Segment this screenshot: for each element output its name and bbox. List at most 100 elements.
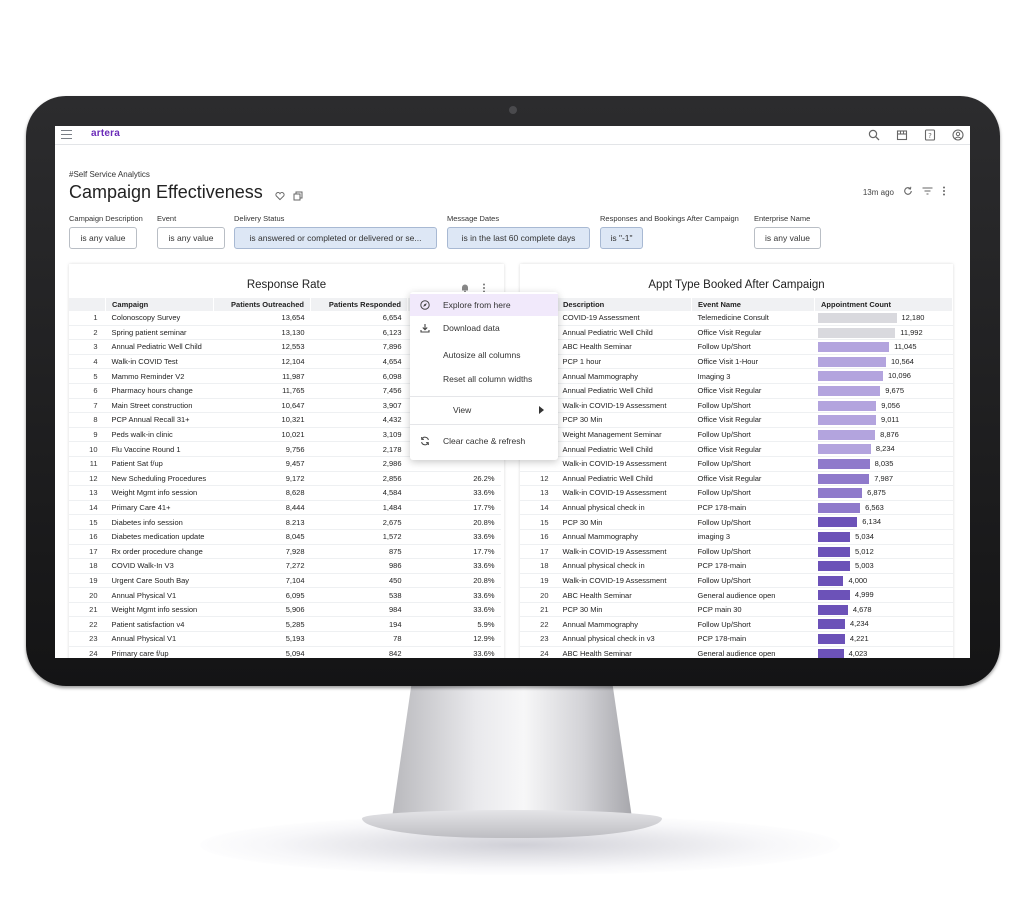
responded-cell: 4,654: [310, 354, 408, 370]
menu-item-reset-widths[interactable]: Reset all column widths: [410, 368, 558, 390]
help-icon[interactable]: ?: [924, 128, 936, 141]
outreached-cell: 5,193: [213, 631, 311, 647]
filter-label: Enterprise Name: [754, 214, 811, 223]
column-header-description[interactable]: Description: [556, 298, 692, 311]
table-row[interactable]: 20 ABC Health Seminar General audience ope…: [520, 587, 953, 603]
app-logo[interactable]: artera: [91, 128, 120, 139]
responded-cell: 2,986: [310, 456, 408, 472]
table-row[interactable]: Annual Pediatric Well Child Office Visit …: [520, 441, 953, 457]
menu-item-autosize[interactable]: Autosize all columns: [410, 344, 558, 366]
event-name-cell: Follow Up/Short: [691, 398, 815, 414]
table-row[interactable]: 12 Annual Pediatric Well Child Office Visi…: [520, 471, 953, 487]
column-header-campaign[interactable]: Campaign: [105, 298, 214, 311]
table-row[interactable]: 23 Annual physical check in v3 PCP 178-mai…: [520, 631, 953, 647]
heart-icon[interactable]: [275, 188, 285, 206]
description-cell: Walk-in COVID-19 Assessment: [556, 398, 692, 414]
table-row[interactable]: 14 Annual physical check in PCP 178-main 6,…: [520, 500, 953, 516]
table-row[interactable]: Annual Pediatric Well Child Office Visit …: [520, 383, 953, 399]
table-row[interactable]: 12 New Scheduling Procedures 9,172 2,856 26.…: [69, 471, 501, 487]
table-row[interactable]: 19 Walk-in COVID-19 Assessment Follow Up/S…: [520, 573, 953, 589]
table-row[interactable]: 19 Urgent Care South Bay 7,104 450 20.8%: [69, 573, 501, 589]
filter-icon[interactable]: [922, 186, 933, 198]
event-name-cell: Office Visit Regular: [691, 383, 815, 399]
table-row[interactable]: Annual Pediatric Well Child Office Visit …: [520, 325, 953, 341]
table-row[interactable]: 15 Diabetes info session 8.213 2,675 20.8%: [69, 514, 501, 530]
menu-item-view[interactable]: View: [410, 399, 558, 421]
appointment-count-bar: [817, 327, 896, 338]
responded-cell: 1,572: [310, 529, 408, 545]
appointment-count-label: 6,875: [867, 488, 886, 498]
outreached-cell: 7,104: [213, 573, 311, 589]
table-row[interactable]: 16 Annual Mammography imaging 3 5,034: [520, 529, 953, 545]
column-header-outreached[interactable]: Patients Outreached: [213, 298, 311, 311]
appointment-count-bar: [817, 517, 858, 528]
column-header-responded[interactable]: Patients Responded: [310, 298, 408, 311]
account-icon[interactable]: [952, 128, 964, 141]
menu-item-label: Explore from here: [443, 300, 511, 310]
search-icon[interactable]: [868, 128, 880, 141]
table-row[interactable]: 20 Annual Physical V1 6,095 538 33.6%: [69, 587, 501, 603]
store-icon[interactable]: [896, 128, 908, 141]
table-row[interactable]: Annual Mammography Imaging 3 10,096: [520, 368, 953, 384]
table-row[interactable]: 18 Annual physical check in PCP 178-main 5,…: [520, 558, 953, 574]
menu-item-label: Reset all column widths: [443, 374, 533, 384]
filter-value[interactable]: is any value: [69, 227, 137, 249]
table-row[interactable]: 15 PCP 30 Min Follow Up/Short 6,134: [520, 514, 953, 530]
table-row[interactable]: 21 Weight Mgmt info session 5,906 984 33.6%: [69, 602, 501, 618]
appointment-count-cell: 5,012: [814, 544, 953, 560]
filter-value[interactable]: is answered or completed or delivered or…: [234, 227, 437, 249]
table-row[interactable]: 22 Annual Mammography Follow Up/Short 4,234: [520, 616, 953, 633]
table-row[interactable]: 17 Walk-in COVID-19 Assessment Follow Up/S…: [520, 544, 953, 560]
row-index: 22: [69, 616, 106, 633]
refresh-icon: [420, 436, 430, 446]
outreached-cell: 9,457: [213, 456, 311, 472]
filter-value[interactable]: is any value: [754, 227, 821, 249]
more-vert-icon[interactable]: [942, 186, 946, 198]
table-row[interactable]: 22 Patient satisfaction v4 5,285 194 5.9%: [69, 616, 501, 633]
filter-value[interactable]: is "-1": [600, 227, 643, 249]
row-index: 24: [520, 646, 557, 658]
tile-title: Response Rate: [246, 279, 327, 291]
event-name-cell: PCP 178-main: [691, 631, 815, 647]
table-row[interactable]: Walk-in COVID-19 Assessment Follow Up/Sho…: [520, 398, 953, 414]
menu-item-download[interactable]: Download data: [410, 317, 558, 339]
table-row[interactable]: 17 Rx order procedure change 7,928 875 17.7%: [69, 544, 501, 560]
row-index: 23: [520, 631, 557, 647]
refresh-icon[interactable]: [903, 186, 913, 198]
column-header-event-name[interactable]: Event Name: [691, 298, 815, 311]
table-row[interactable]: PCP 30 Min Office Visit Regular 9,011: [520, 412, 953, 428]
table-row[interactable]: 18 COVID Walk-In V3 7,272 986 33.6%: [69, 558, 501, 574]
event-name-cell: General audience open: [691, 646, 815, 658]
table-row[interactable]: 24 ABC Health Seminar General audience ope…: [520, 646, 953, 658]
column-header-appointment-count[interactable]: Appointment Count: [814, 298, 953, 311]
table-row[interactable]: 14 Primary Care 41+ 8,444 1,484 17.7%: [69, 500, 501, 516]
campaign-cell: Annual Physical V1: [105, 631, 214, 647]
event-name-cell: PCP main 30: [691, 602, 815, 618]
row-index: 2: [69, 325, 106, 341]
table-row[interactable]: Weight Management Seminar Follow Up/Short…: [520, 427, 953, 443]
menu-icon[interactable]: [61, 130, 72, 139]
appointment-count-cell: 6,563: [814, 500, 953, 516]
filter-value[interactable]: is any value: [157, 227, 225, 249]
filter-value[interactable]: is in the last 60 complete days: [447, 227, 590, 249]
appointment-count-cell: 5,003: [814, 558, 953, 574]
event-name-cell: Follow Up/Short: [691, 514, 815, 530]
table-row[interactable]: 13 Walk-in COVID-19 Assessment Follow Up/S…: [520, 485, 953, 501]
table-row[interactable]: 16 Diabetes medication update 8,045 1,572 33…: [69, 529, 501, 545]
table-row[interactable]: 21 PCP 30 Min PCP main 30 4,678: [520, 602, 953, 618]
table-row[interactable]: ABC Health Seminar Follow Up/Short 11,045: [520, 339, 953, 355]
outreached-cell: 9,172: [213, 471, 311, 487]
table-body: COVID-19 Assessment Telemedicine Consult 1…: [520, 311, 953, 658]
copy-icon[interactable]: [293, 188, 303, 206]
table-row[interactable]: 13 Weight Mgmt info session 8,628 4,584 33.6…: [69, 485, 501, 501]
table-row[interactable]: 24 Primary care f/up 5,094 842 33.6%: [69, 646, 501, 658]
table-row[interactable]: COVID-19 Assessment Telemedicine Consult 1…: [520, 311, 953, 326]
table-row[interactable]: Walk-in COVID-19 Assessment Follow Up/Sho…: [520, 456, 953, 472]
breadcrumb[interactable]: #Self Service Analytics: [69, 170, 150, 179]
menu-item-explore[interactable]: Explore from here: [410, 294, 558, 316]
outreached-cell: 8,444: [213, 500, 311, 516]
table-row[interactable]: 23 Annual Physical V1 5,193 78 12.9%: [69, 631, 501, 647]
table-row[interactable]: PCP 1 hour Office Visit 1-Hour 10,564: [520, 354, 953, 370]
filter-responses-bookings: Responses and Bookings After Campaign is…: [600, 214, 739, 249]
menu-item-clear-cache[interactable]: Clear cache & refresh: [410, 430, 558, 452]
